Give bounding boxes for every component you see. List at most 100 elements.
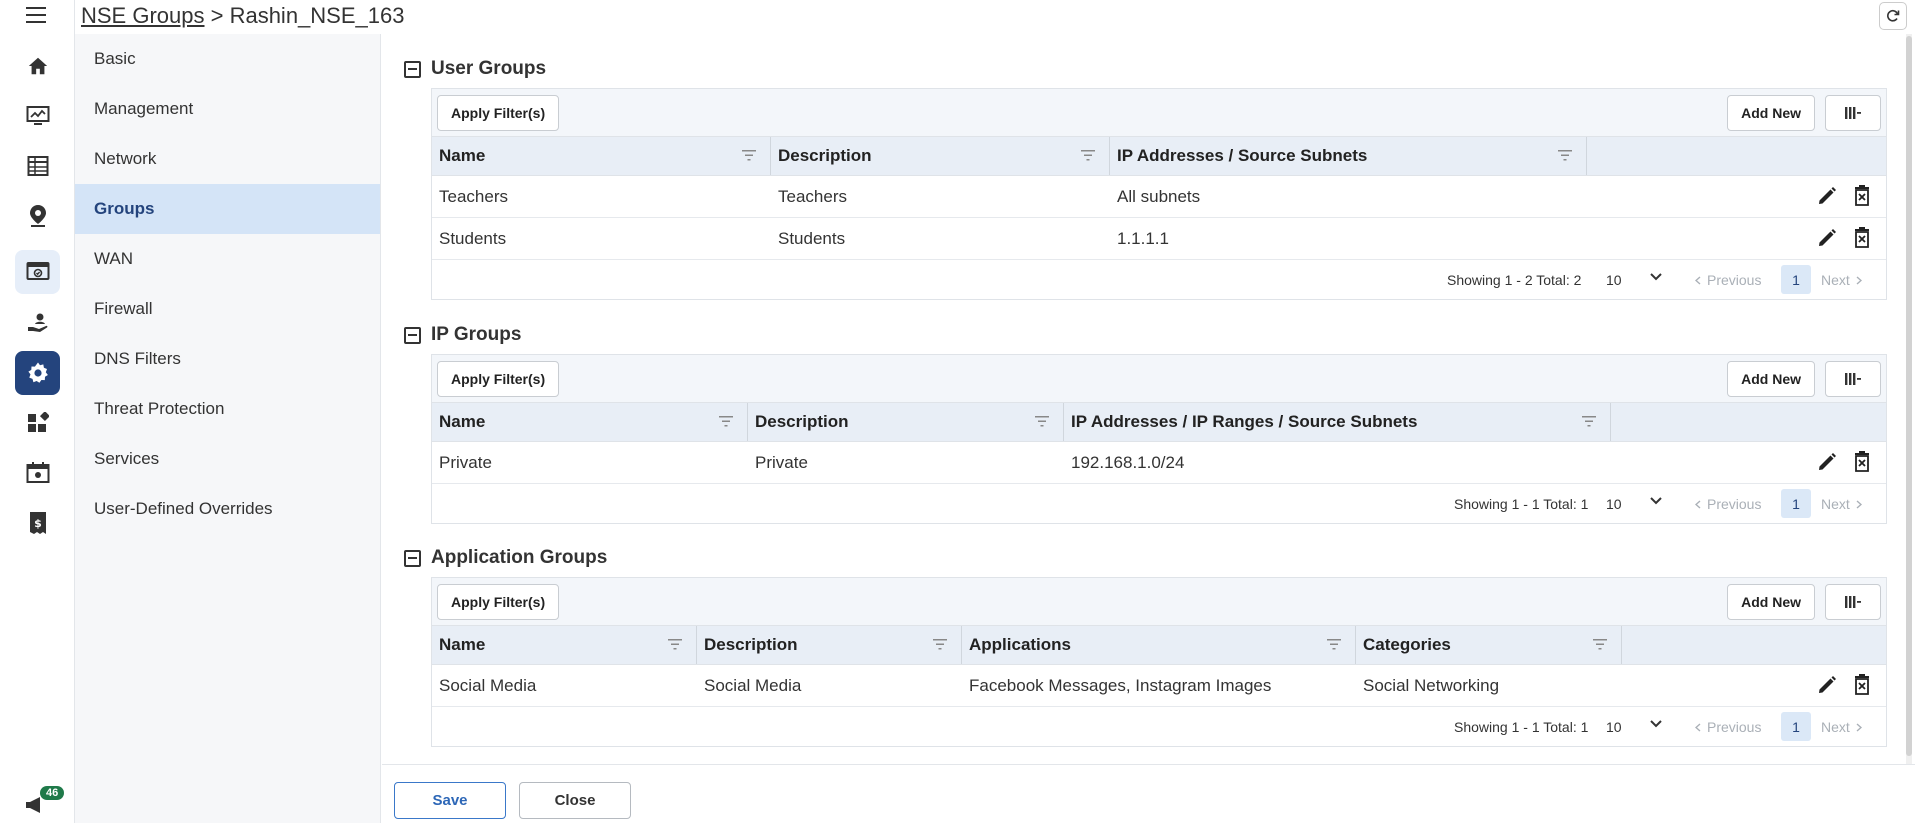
column-header-name[interactable]: Name bbox=[432, 403, 748, 441]
save-button[interactable]: Save bbox=[394, 782, 506, 819]
cell-applications: Facebook Messages, Instagram Images bbox=[969, 675, 1272, 695]
ip-groups-section-header: IP Groups bbox=[404, 324, 521, 346]
previous-page-button[interactable]: Previous bbox=[1695, 272, 1761, 288]
filter-icon[interactable] bbox=[742, 150, 756, 161]
breadcrumb-current: Rashin_NSE_163 bbox=[229, 3, 405, 28]
column-header-description[interactable]: Description bbox=[748, 403, 1064, 441]
apply-filters-button[interactable]: Apply Filter(s) bbox=[437, 95, 560, 131]
filter-icon[interactable] bbox=[719, 416, 733, 427]
column-header-categories[interactable]: Categories bbox=[1356, 626, 1622, 664]
chevron-down-icon[interactable] bbox=[1650, 720, 1662, 728]
columns-icon bbox=[1845, 107, 1861, 119]
showing-count: Showing 1 - 2 Total: 2 bbox=[1447, 272, 1582, 288]
cell-name: Students bbox=[439, 228, 507, 248]
next-page-button[interactable]: Next bbox=[1821, 272, 1862, 288]
collapse-icon[interactable] bbox=[404, 60, 421, 78]
hand-user-icon[interactable] bbox=[15, 301, 60, 345]
cell-description: Social Media bbox=[704, 675, 802, 695]
filter-icon[interactable] bbox=[933, 639, 947, 650]
subnav-item-dns-filters[interactable]: DNS Filters bbox=[75, 334, 380, 384]
hamburger-menu-icon[interactable] bbox=[24, 5, 50, 25]
subnav-item-services[interactable]: Services bbox=[75, 434, 380, 484]
column-header-ip-addresses[interactable]: IP Addresses / Source Subnets bbox=[1110, 137, 1587, 175]
application-groups-toolbar: Apply Filter(s) Add New bbox=[432, 578, 1886, 626]
current-page-button[interactable]: 1 bbox=[1781, 712, 1811, 741]
pagination-footer: Showing 1 - 1 Total: 1 10 Previous 1 Nex… bbox=[432, 484, 1886, 523]
column-header-name[interactable]: Name bbox=[432, 626, 697, 664]
column-header-ip-ranges[interactable]: IP Addresses / IP Ranges / Source Subnet… bbox=[1064, 403, 1611, 441]
table-icon[interactable] bbox=[15, 144, 60, 188]
page-size-select[interactable]: 10 bbox=[1606, 496, 1622, 512]
add-new-button[interactable]: Add New bbox=[1727, 95, 1815, 131]
filter-icon[interactable] bbox=[1035, 416, 1049, 427]
filter-icon[interactable] bbox=[1558, 150, 1572, 161]
collapse-icon[interactable] bbox=[404, 549, 421, 567]
filter-icon[interactable] bbox=[1593, 639, 1607, 650]
collapse-icon[interactable] bbox=[404, 326, 421, 344]
subnav-item-management[interactable]: Management bbox=[75, 84, 380, 134]
edit-pencil-icon[interactable] bbox=[1816, 674, 1838, 696]
application-groups-panel: Apply Filter(s) Add New Name Description… bbox=[431, 577, 1887, 747]
screen-check-icon[interactable] bbox=[15, 250, 60, 294]
vertical-scrollbar-thumb[interactable] bbox=[1906, 36, 1912, 756]
delete-trash-icon[interactable] bbox=[1852, 185, 1872, 207]
column-header-description[interactable]: Description bbox=[697, 626, 962, 664]
cell-description: Private bbox=[755, 452, 808, 472]
widgets-icon[interactable] bbox=[15, 401, 60, 445]
user-groups-toolbar: Apply Filter(s) Add New bbox=[432, 89, 1886, 137]
subnav-item-wan[interactable]: WAN bbox=[75, 234, 380, 284]
breadcrumb-nse-groups-link[interactable]: NSE Groups bbox=[81, 3, 205, 28]
chevron-down-icon[interactable] bbox=[1650, 497, 1662, 505]
table-row: Students Students 1.1.1.1 bbox=[432, 218, 1886, 260]
billing-icon[interactable]: $ bbox=[15, 501, 60, 545]
current-page-button[interactable]: 1 bbox=[1781, 489, 1811, 518]
delete-trash-icon[interactable] bbox=[1852, 227, 1872, 249]
refresh-button[interactable] bbox=[1879, 2, 1907, 30]
subnav-item-basic[interactable]: Basic bbox=[75, 34, 380, 84]
calendar-screen-icon[interactable] bbox=[15, 451, 60, 495]
add-new-button[interactable]: Add New bbox=[1727, 361, 1815, 397]
location-pin-icon[interactable] bbox=[15, 194, 60, 238]
edit-pencil-icon[interactable] bbox=[1816, 227, 1838, 249]
filter-icon[interactable] bbox=[1327, 639, 1341, 650]
gear-icon[interactable] bbox=[15, 351, 60, 395]
subnav-item-groups[interactable]: Groups bbox=[75, 184, 380, 234]
edit-pencil-icon[interactable] bbox=[1816, 451, 1838, 473]
edit-pencil-icon[interactable] bbox=[1816, 185, 1838, 207]
home-icon[interactable] bbox=[15, 44, 60, 88]
current-page-button[interactable]: 1 bbox=[1781, 265, 1811, 294]
subnav-item-threat-protection[interactable]: Threat Protection bbox=[75, 384, 380, 434]
delete-trash-icon[interactable] bbox=[1852, 451, 1872, 473]
monitor-chart-icon[interactable] bbox=[15, 94, 60, 138]
subnav-item-network[interactable]: Network bbox=[75, 134, 380, 184]
column-header-applications[interactable]: Applications bbox=[962, 626, 1356, 664]
next-page-button[interactable]: Next bbox=[1821, 719, 1862, 735]
table-row: Social Media Social Media Facebook Messa… bbox=[432, 665, 1886, 707]
page-size-select[interactable]: 10 bbox=[1606, 719, 1622, 735]
column-header-description[interactable]: Description bbox=[771, 137, 1110, 175]
previous-page-button[interactable]: Previous bbox=[1695, 496, 1761, 512]
breadcrumb-separator: > bbox=[204, 3, 230, 28]
column-chooser-button[interactable] bbox=[1825, 95, 1881, 131]
previous-page-button[interactable]: Previous bbox=[1695, 719, 1761, 735]
column-chooser-button[interactable] bbox=[1825, 584, 1881, 620]
page-size-select[interactable]: 10 bbox=[1606, 272, 1622, 288]
filter-icon[interactable] bbox=[668, 639, 682, 650]
column-chooser-button[interactable] bbox=[1825, 361, 1881, 397]
application-groups-title: Application Groups bbox=[431, 547, 608, 568]
filter-icon[interactable] bbox=[1081, 150, 1095, 161]
chevron-down-icon[interactable] bbox=[1650, 273, 1662, 281]
close-button[interactable]: Close bbox=[519, 782, 631, 819]
column-header-name[interactable]: Name bbox=[432, 137, 771, 175]
next-page-button[interactable]: Next bbox=[1821, 496, 1862, 512]
apply-filters-button[interactable]: Apply Filter(s) bbox=[437, 361, 560, 397]
table-row: Teachers Teachers All subnets bbox=[432, 176, 1886, 218]
delete-trash-icon[interactable] bbox=[1852, 674, 1872, 696]
subnav-item-firewall[interactable]: Firewall bbox=[75, 284, 380, 334]
table-header-row: Name Description IP Addresses / IP Range… bbox=[432, 403, 1886, 442]
cell-ip-addresses: 1.1.1.1 bbox=[1117, 228, 1169, 248]
filter-icon[interactable] bbox=[1582, 416, 1596, 427]
subnav-item-user-defined-overrides[interactable]: User-Defined Overrides bbox=[75, 484, 380, 534]
apply-filters-button[interactable]: Apply Filter(s) bbox=[437, 584, 560, 620]
add-new-button[interactable]: Add New bbox=[1727, 584, 1815, 620]
